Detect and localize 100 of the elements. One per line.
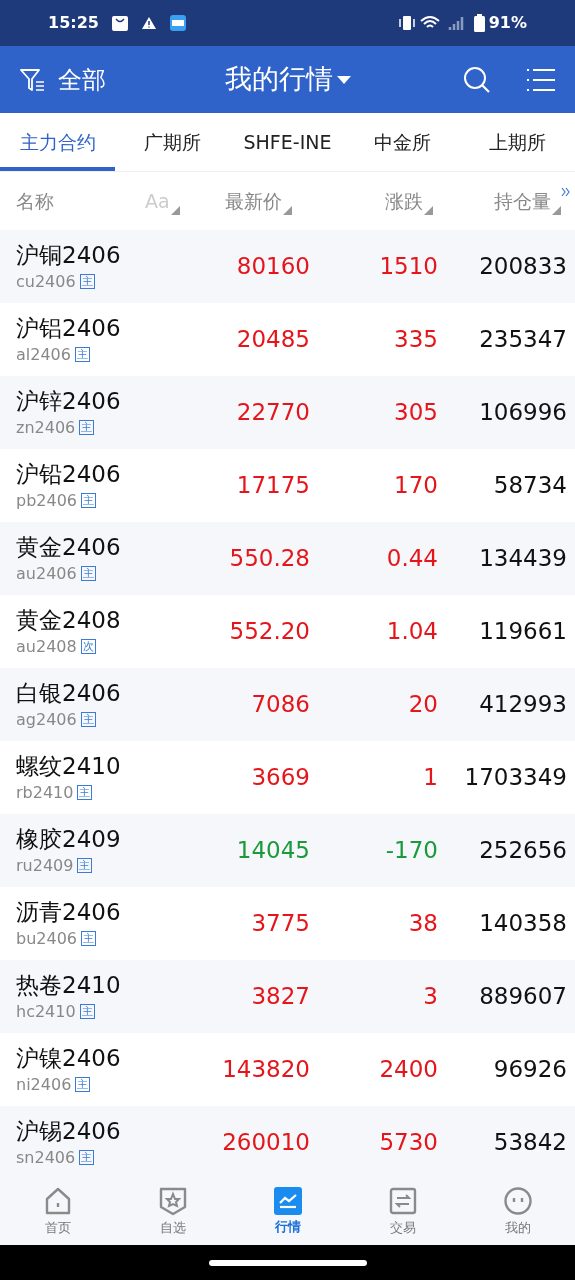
contract-name: 黄金2408 [16, 605, 122, 635]
change-cell-text: 3 [422, 982, 438, 1012]
filter-button[interactable]: 全部 [20, 61, 170, 98]
quote-row[interactable]: 热卷2410 hc2410 主 3827 3 889607 [0, 960, 575, 1033]
price-cell-text: 22770 [235, 398, 310, 428]
contract-tag: 主 [80, 712, 96, 727]
contract-code: zn2406 [16, 416, 76, 439]
nav-tab[interactable]: 首页 [0, 1179, 115, 1245]
contract-tag: 主 [79, 420, 95, 435]
contract-tag: 主 [75, 1077, 91, 1092]
contract-code: pb2406 [16, 489, 78, 512]
contract-tag: 主 [79, 1150, 95, 1165]
contract-code: rb2410 [16, 781, 74, 804]
filter-icon [20, 66, 46, 93]
double-chevron-icon[interactable] [561, 186, 571, 197]
exchange-tab[interactable]: 主力合约 [0, 113, 115, 171]
contract-tag: 主 [74, 347, 90, 362]
open-interest-cell-text: 119661 [478, 617, 568, 647]
warning-icon [140, 16, 157, 30]
price-cell-text: 260010 [221, 1128, 310, 1158]
quote-row[interactable]: 沪铜2406 cu2406 主 80160 1510 200833 [0, 230, 575, 303]
contract-tag: 主 [77, 858, 93, 873]
open-interest-cell-text: 134439 [478, 544, 568, 574]
nav-tab[interactable]: 自选 [115, 1179, 230, 1245]
open-interest-cell-text: 1703349 [463, 763, 568, 793]
title-dropdown[interactable]: 我的行情 [224, 59, 351, 100]
contract-code: au2408 [16, 635, 77, 658]
open-interest-cell-text: 53842 [492, 1128, 568, 1158]
quote-row[interactable]: 沪锌2406 zn2406 主 22770 305 106996 [0, 376, 575, 449]
contract-tag: 主 [81, 931, 96, 946]
sort-icon [424, 206, 433, 216]
menu-icon[interactable] [527, 66, 555, 93]
contract-tag: 次 [80, 639, 96, 654]
bag-icon [110, 14, 129, 32]
price-cell-text: 7086 [250, 690, 310, 720]
exchange-tab[interactable]: SHFE-INE [230, 113, 345, 171]
price-cell-text: 552.20 [228, 617, 310, 647]
search-icon[interactable] [463, 65, 491, 94]
contract-code: cu2406 [16, 270, 76, 293]
price-cell-text: 80160 [235, 252, 310, 282]
face-icon [502, 1186, 533, 1217]
open-interest-cell-text: 235347 [478, 325, 568, 355]
caret-icon [336, 75, 351, 84]
open-interest-cell-text: 58734 [492, 471, 568, 501]
contract-name: 沪镍2406 [16, 1043, 122, 1073]
price-cell-text: 14045 [235, 836, 310, 866]
change-cell-text: 5730 [378, 1128, 438, 1158]
contract-name: 沪锡2406 [16, 1116, 122, 1146]
quote-row[interactable]: 白银2406 ag2406 主 7086 20 412993 [0, 668, 575, 741]
change-cell-text: 335 [393, 325, 438, 355]
open-interest-cell-text: 889607 [478, 982, 568, 1012]
quote-row[interactable]: 沪锡2406 sn2406 主 260010 5730 53842 [0, 1106, 575, 1179]
exchange-tab[interactable]: 上期所 [460, 113, 575, 171]
open-interest-cell-text: 412993 [478, 690, 568, 720]
change-cell-text: 1510 [378, 252, 438, 282]
star-icon [157, 1186, 188, 1217]
nav-tab[interactable]: 我的 [460, 1179, 575, 1245]
contract-name: 橡胶2409 [16, 824, 122, 854]
battery-percent: 91% [488, 12, 527, 34]
contract-code: ni2406 [16, 1073, 72, 1096]
swap-icon [387, 1186, 418, 1217]
contract-code: hc2410 [16, 1000, 76, 1023]
price-cell-text: 20485 [235, 325, 310, 355]
open-interest-cell-text: 200833 [478, 252, 568, 282]
contract-name: 白银2406 [16, 678, 122, 708]
contract-tag: 主 [80, 566, 96, 581]
status-time: 15:25 [48, 12, 99, 34]
contract-name: 热卷2410 [16, 970, 122, 1000]
quote-row[interactable]: 橡胶2409 ru2409 主 14045 -170 252656 [0, 814, 575, 887]
column-header: 持仓量 [494, 188, 551, 214]
price-cell-text: 17175 [235, 471, 310, 501]
contract-name: 沪铝2406 [16, 313, 122, 343]
change-cell-text: 305 [393, 398, 438, 428]
chart-icon [273, 1187, 302, 1216]
contract-tag: 主 [77, 785, 93, 800]
change-cell-text: 1 [422, 763, 438, 793]
contract-code: al2406 [16, 343, 71, 366]
sort-icon [170, 206, 180, 216]
change-cell-text: 38 [407, 909, 438, 939]
contract-code: au2406 [16, 562, 77, 585]
contract-name: 黄金2406 [16, 532, 122, 562]
exchange-tab[interactable]: 中金所 [345, 113, 460, 171]
open-interest-cell-text: 140358 [478, 909, 568, 939]
sort-icon [552, 206, 561, 216]
vibrate-icon [397, 15, 416, 31]
exchange-tab[interactable]: 广期所 [115, 113, 230, 171]
column-header: 涨跌 [385, 188, 423, 214]
contract-name: 沪锌2406 [16, 386, 122, 416]
contract-name: 沪铜2406 [16, 240, 122, 270]
contract-name: 沪铅2406 [16, 459, 122, 489]
quote-row[interactable]: 黄金2406 au2406 主 550.28 0.44 134439 [0, 522, 575, 595]
contract-tag: 主 [79, 274, 95, 289]
nav-tab[interactable]: 交易 [345, 1179, 460, 1245]
price-cell-text: 143820 [221, 1055, 310, 1085]
nav-tab[interactable]: 行情 [230, 1179, 345, 1245]
open-interest-cell-text: 96926 [492, 1055, 568, 1085]
change-cell-text: 1.04 [385, 617, 438, 647]
contract-name: 沥青2406 [16, 897, 122, 927]
price-cell-text: 3775 [250, 909, 310, 939]
sort-icon [283, 206, 292, 216]
